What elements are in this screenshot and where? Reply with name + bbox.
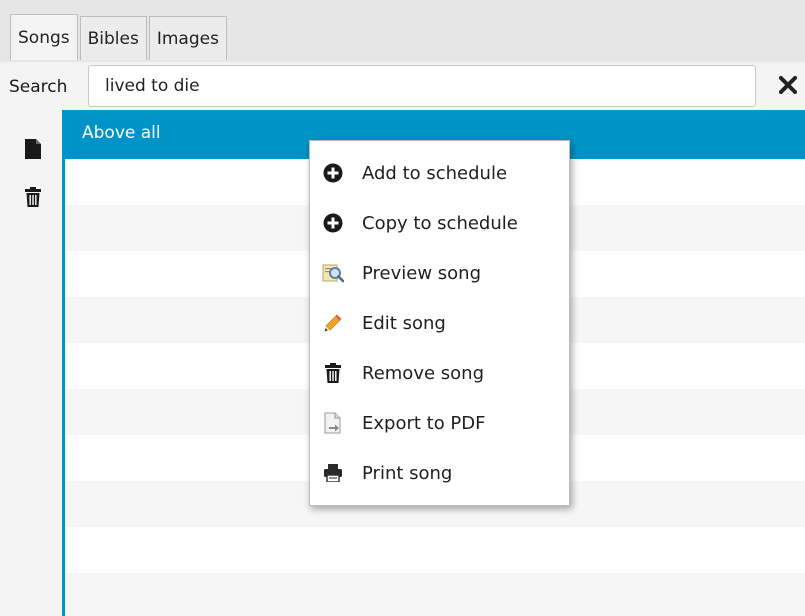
menu-item-edit-song[interactable]: Edit song xyxy=(310,298,569,348)
tab-strip: Songs Bibles Images xyxy=(10,14,227,60)
search-input[interactable] xyxy=(88,65,756,107)
list-row-empty xyxy=(65,527,805,573)
search-label: Search xyxy=(9,77,68,97)
close-x-icon[interactable] xyxy=(774,70,802,100)
menu-item-add-to-schedule[interactable]: Add to schedule xyxy=(310,148,569,198)
menu-item-label: Add to schedule xyxy=(362,162,508,184)
tab-images[interactable]: Images xyxy=(148,16,227,60)
plus-circle-icon xyxy=(322,212,344,234)
menu-item-label: Print song xyxy=(362,462,453,484)
pencil-icon xyxy=(322,312,344,334)
menu-item-copy-to-schedule[interactable]: Copy to schedule xyxy=(310,198,569,248)
menu-item-label: Remove song xyxy=(362,362,484,384)
printer-icon xyxy=(322,462,344,484)
plus-circle-icon xyxy=(322,162,344,184)
trash-icon xyxy=(322,362,344,384)
preview-magnifier-icon xyxy=(322,262,344,284)
tab-bibles[interactable]: Bibles xyxy=(79,16,147,60)
menu-item-preview-song[interactable]: Preview song xyxy=(310,248,569,298)
song-context-menu: Add to schedule Copy to schedule Preview… xyxy=(309,140,570,506)
tab-bar: Songs Bibles Images xyxy=(0,0,805,62)
menu-item-print-song[interactable]: Print song xyxy=(310,448,569,498)
menu-item-remove-song[interactable]: Remove song xyxy=(310,348,569,398)
new-document-icon[interactable] xyxy=(22,136,44,162)
search-row: Search xyxy=(0,62,805,110)
list-row-empty xyxy=(65,573,805,616)
menu-item-export-to-pdf[interactable]: Export to PDF xyxy=(310,398,569,448)
song-actions-sidebar xyxy=(0,110,62,616)
tab-songs[interactable]: Songs xyxy=(10,14,78,60)
trash-icon[interactable] xyxy=(22,184,44,210)
menu-item-label: Copy to schedule xyxy=(362,212,518,234)
menu-item-label: Export to PDF xyxy=(362,412,486,434)
menu-item-label: Edit song xyxy=(362,312,446,334)
menu-item-label: Preview song xyxy=(362,262,482,284)
export-document-icon xyxy=(322,412,344,434)
